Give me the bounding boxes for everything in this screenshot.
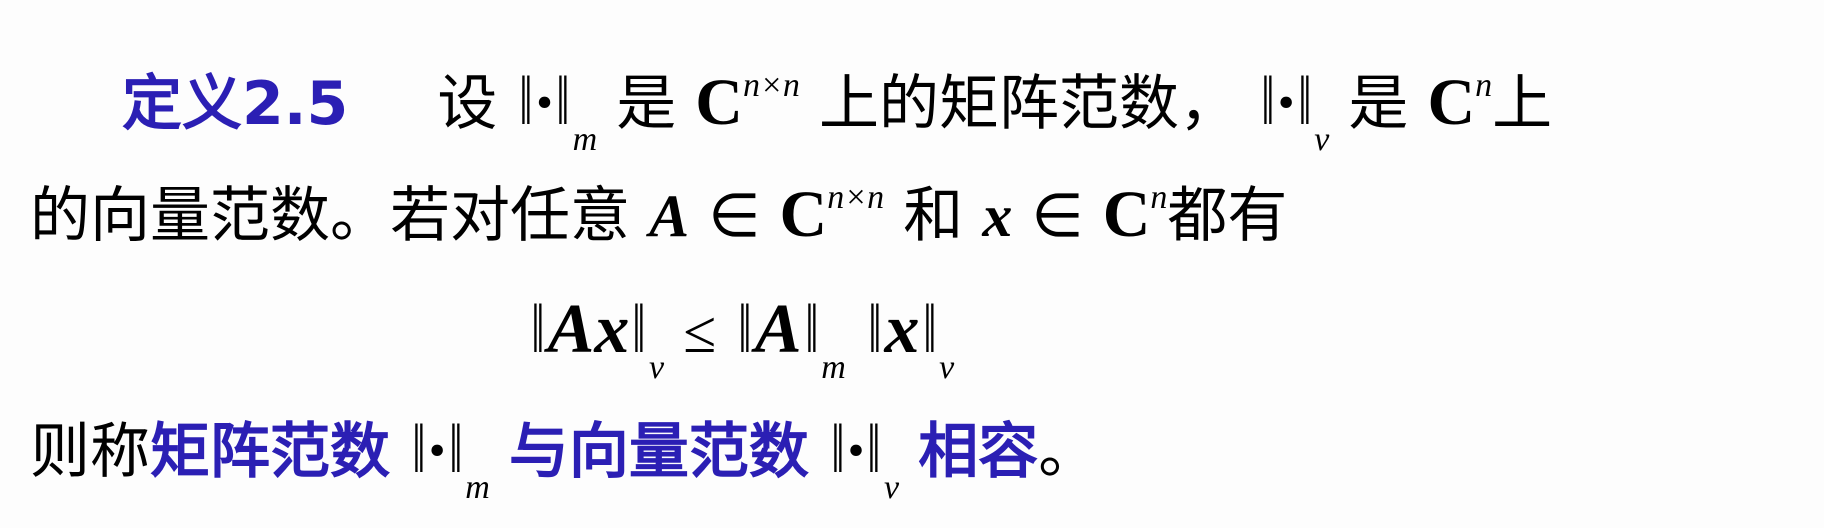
definition-line-4: 则称矩阵范数 ‖•‖m 与向量范数 ‖•‖v 相容。 bbox=[30, 410, 1098, 528]
text: 是 bbox=[616, 69, 677, 139]
complex-set: C bbox=[1102, 178, 1151, 251]
vector-norm-symbol: ‖•‖v bbox=[830, 411, 900, 506]
definition-label: 定义2.5 bbox=[122, 69, 349, 139]
norm-A: ‖A‖m bbox=[738, 291, 846, 386]
definition-line-2: 的向量范数。若对任意 A ∈ Cn×n 和 x ∈ Cn都有 bbox=[30, 158, 1287, 256]
element-of: ∈ bbox=[708, 183, 761, 249]
element-of: ∈ bbox=[1031, 183, 1084, 249]
vector-x: x bbox=[982, 183, 1013, 249]
text: 都有 bbox=[1167, 181, 1288, 251]
term-compatible: 相容 bbox=[918, 417, 1039, 487]
complex-set: C bbox=[695, 66, 743, 139]
matrix-norm-symbol: ‖•‖m bbox=[412, 411, 490, 506]
compatibility-formula: ‖Ax‖v ≤ ‖A‖m ‖x‖v bbox=[528, 290, 954, 408]
text: 上 bbox=[1492, 69, 1553, 139]
norm-x: ‖x‖v bbox=[867, 291, 955, 386]
text: 和 bbox=[903, 181, 964, 251]
text: 。 bbox=[1038, 417, 1099, 487]
superscript: n bbox=[1150, 179, 1168, 216]
complex-set: C bbox=[1427, 66, 1476, 139]
text: 设 bbox=[437, 69, 498, 139]
complex-set: C bbox=[779, 178, 828, 251]
text: 上的矩阵范数， bbox=[819, 69, 1239, 139]
term-matrix-norm: 矩阵范数 bbox=[150, 417, 390, 487]
text: 是 bbox=[1348, 69, 1409, 139]
text: 的向量范数。若对任意 bbox=[30, 181, 630, 251]
superscript: n bbox=[1475, 67, 1493, 104]
text: 则称 bbox=[30, 417, 150, 487]
matrix-A: A bbox=[649, 183, 690, 249]
superscript: n×n bbox=[742, 67, 800, 104]
leq-sign: ≤ bbox=[683, 299, 717, 365]
superscript: n×n bbox=[827, 179, 885, 216]
norm-Ax: ‖Ax‖v bbox=[530, 291, 665, 386]
term-vector-norm: 与向量范数 bbox=[508, 417, 809, 487]
